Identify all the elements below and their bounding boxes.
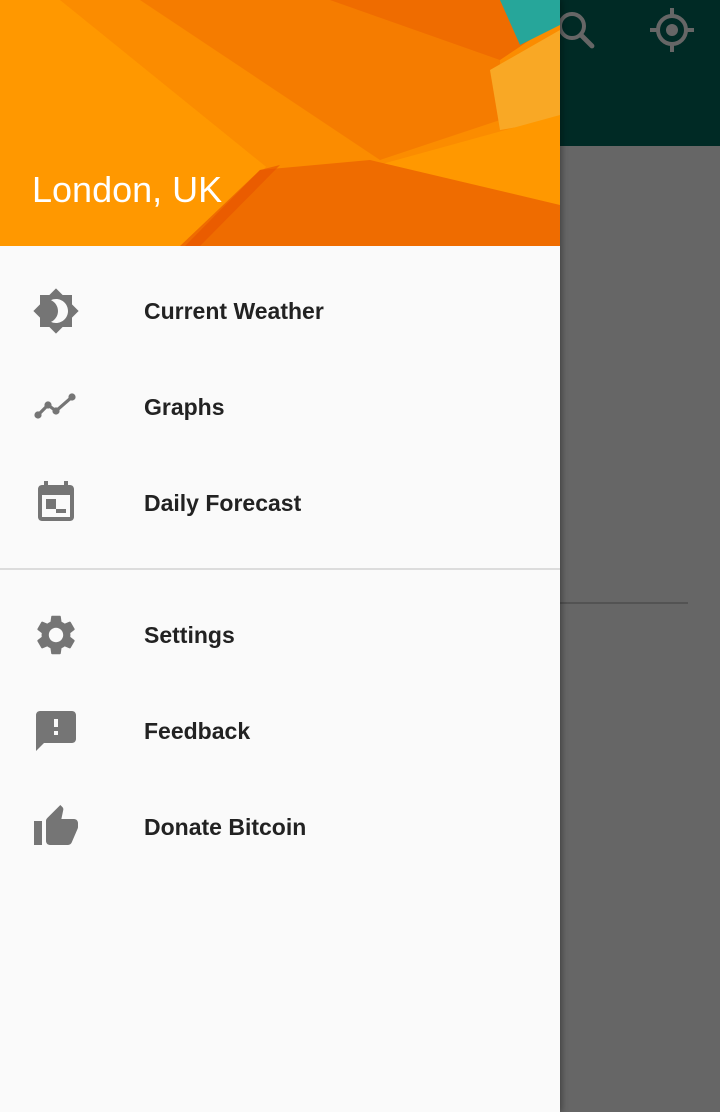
menu-label-feedback: Feedback <box>144 717 251 744</box>
secondary-menu: Settings Feedback Donate Bitcoin <box>0 587 560 875</box>
menu-label-settings: Settings <box>144 621 235 648</box>
brightness-icon <box>32 287 80 335</box>
menu-label-current-weather: Current Weather <box>144 297 324 324</box>
calendar-icon <box>32 479 80 527</box>
menu-item-donate-bitcoin[interactable]: Donate Bitcoin <box>0 779 560 875</box>
timeline-icon <box>32 383 80 431</box>
feedback-icon <box>32 707 80 755</box>
menu-label-donate-bitcoin: Donate Bitcoin <box>144 813 307 840</box>
drawer-header: London, UK <box>0 0 560 246</box>
menu-item-settings[interactable]: Settings <box>0 587 560 683</box>
menu-label-daily-forecast: Daily Forecast <box>144 489 302 516</box>
screen: London, UK Current Weather Graphs Daily … <box>0 0 720 1112</box>
menu-item-graphs[interactable]: Graphs <box>0 359 560 455</box>
menu-item-feedback[interactable]: Feedback <box>0 683 560 779</box>
menu-item-current-weather[interactable]: Current Weather <box>0 263 560 359</box>
location-title: London, UK <box>32 169 223 210</box>
navigation-drawer: London, UK Current Weather Graphs Daily … <box>0 0 560 1112</box>
gear-icon <box>32 611 80 659</box>
primary-menu: Current Weather Graphs Daily Forecast <box>0 246 560 551</box>
thumb-up-icon <box>32 803 80 851</box>
menu-item-daily-forecast[interactable]: Daily Forecast <box>0 455 560 551</box>
menu-divider <box>0 568 560 570</box>
menu-label-graphs: Graphs <box>144 393 225 420</box>
